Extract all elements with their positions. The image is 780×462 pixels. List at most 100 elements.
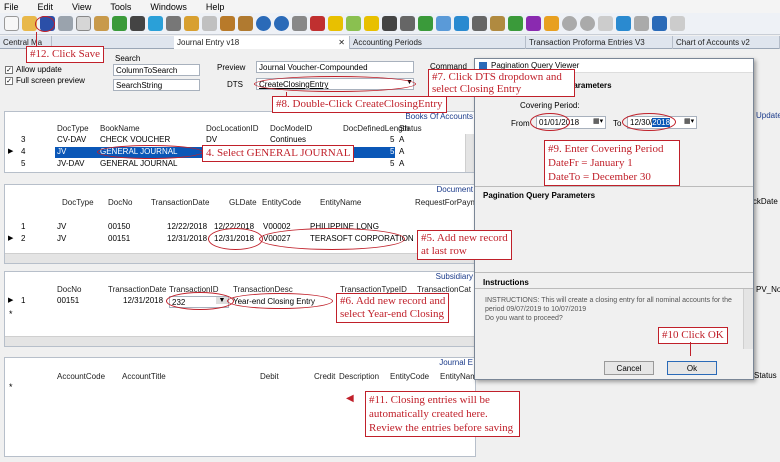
- search-string-input[interactable]: SearchString: [113, 79, 200, 91]
- check-icon[interactable]: [508, 16, 523, 31]
- col-debit: Debit: [260, 372, 279, 381]
- grid-icon[interactable]: [202, 16, 217, 31]
- last-row-highlight: [259, 228, 405, 250]
- connector: [36, 32, 37, 46]
- cell-docno: 00151: [108, 234, 131, 243]
- col-doctype: DocType: [62, 198, 94, 207]
- instructions-scrollbar[interactable]: [743, 289, 753, 349]
- filter-alt-icon[interactable]: [634, 16, 649, 31]
- col-transactiondate: TransactionDate: [108, 285, 167, 294]
- cell-bookname: GENERAL JOURNAL: [100, 159, 178, 168]
- print-icon[interactable]: [58, 16, 73, 31]
- col-entityname: EntityName: [320, 198, 362, 207]
- new-icon[interactable]: [4, 16, 19, 31]
- chart-icon[interactable]: [598, 16, 613, 31]
- subsidiary-title: Subsidiary: [435, 272, 473, 281]
- column-to-search-input[interactable]: ColumnToSearch: [113, 64, 200, 76]
- up-arrow-icon[interactable]: [112, 16, 127, 31]
- lock-icon[interactable]: [490, 16, 505, 31]
- export-icon[interactable]: [418, 16, 433, 31]
- menu-help[interactable]: Help: [206, 2, 225, 12]
- books-grid: Books Of Accounts DocType BookName DocLo…: [4, 111, 476, 173]
- note-line: #5. Add new record: [421, 232, 508, 244]
- menu-edit[interactable]: Edit: [38, 2, 54, 12]
- documents-header: DocType DocNo TransactionDate GLDate Ent…: [5, 198, 478, 208]
- allow-update-checkbox[interactable]: ✓: [5, 65, 13, 74]
- col-description: Description: [339, 372, 380, 381]
- menu-file[interactable]: File: [4, 2, 19, 12]
- col-transactiondate: TransactionDate: [151, 198, 210, 207]
- calendar-icon[interactable]: ▦▾: [593, 117, 603, 125]
- close-tab-icon[interactable]: ✕: [338, 36, 345, 49]
- cell-status: A: [399, 135, 405, 144]
- help-icon[interactable]: [256, 16, 271, 31]
- window-icon[interactable]: [436, 16, 451, 31]
- document-title: Document: [436, 185, 473, 194]
- menu-tools[interactable]: Tools: [110, 2, 131, 12]
- col-bookname: BookName: [100, 124, 140, 133]
- cm-icon[interactable]: [310, 16, 325, 31]
- journal-header: AccountCode AccountTitle Debit Credit De…: [5, 372, 477, 382]
- filter-icon[interactable]: [616, 16, 631, 31]
- grid-alt-icon[interactable]: [220, 16, 235, 31]
- info-icon[interactable]: [274, 16, 289, 31]
- refresh-icon[interactable]: [148, 16, 163, 31]
- calc-icon[interactable]: [130, 16, 145, 31]
- settings-icon[interactable]: [292, 16, 307, 31]
- search-icon[interactable]: [184, 16, 199, 31]
- zoom-icon[interactable]: [562, 16, 577, 31]
- paste-icon[interactable]: [94, 16, 109, 31]
- row-pointer-icon: ▶: [8, 235, 14, 242]
- cell-docno: 00150: [108, 222, 131, 231]
- calendar-icon[interactable]: ▦▾: [684, 117, 694, 125]
- subsidiary-scrollbar[interactable]: [5, 336, 475, 346]
- divider: [475, 186, 753, 187]
- cell-docno: 00151: [57, 296, 80, 305]
- col-doclocationid: DocLocationID: [206, 124, 259, 133]
- dts-highlight: [254, 76, 416, 92]
- connector: [690, 342, 691, 356]
- pin-icon[interactable]: [382, 16, 397, 31]
- folder-icon[interactable]: [454, 16, 469, 31]
- col-gldate: GLDate: [229, 198, 257, 207]
- g-icon[interactable]: [364, 16, 379, 31]
- star-icon[interactable]: [328, 16, 343, 31]
- documents-scrollbar[interactable]: [5, 253, 475, 263]
- toolbar: [0, 13, 780, 35]
- col-entitycode: EntityCode: [262, 198, 302, 207]
- cell-doctype: JV: [57, 147, 67, 156]
- preview-dropdown[interactable]: Journal Voucher-Compounded: [256, 61, 414, 73]
- tab-accounting-periods[interactable]: Accounting Periods: [350, 36, 526, 49]
- tab-proforma-entries[interactable]: Transaction Proforma Entries V3: [526, 36, 673, 49]
- row-number: 3: [21, 135, 26, 144]
- tab-journal-entry[interactable]: Journal Entry v18 ✕: [174, 36, 350, 49]
- col-docmodeid: DocModeID: [270, 124, 313, 133]
- journal-title: Journal E: [439, 358, 473, 367]
- camera-icon[interactable]: [472, 16, 487, 31]
- ok-button[interactable]: Ok: [667, 361, 717, 375]
- cancel-button[interactable]: Cancel: [604, 361, 654, 375]
- note-click-save: #12. Click Save: [26, 46, 104, 63]
- zoom-in-icon[interactable]: [580, 16, 595, 31]
- pen-icon[interactable]: [400, 16, 415, 31]
- menu-windows[interactable]: Windows: [150, 2, 187, 12]
- copy-icon[interactable]: [76, 16, 91, 31]
- from-label: From: [511, 119, 530, 128]
- note-year-end: #6. Add new record and select Year-end Cl…: [336, 293, 450, 323]
- menu-view[interactable]: View: [72, 2, 91, 12]
- redo-icon[interactable]: [166, 16, 181, 31]
- col-requestforpayment: RequestForPaym: [415, 198, 478, 207]
- funnel-icon[interactable]: [652, 16, 667, 31]
- pencil-icon[interactable]: [526, 16, 541, 31]
- collapse-icon[interactable]: [670, 16, 685, 31]
- tab-chart-of-accounts[interactable]: Chart of Accounts v2: [673, 36, 780, 49]
- cell-doctype: JV: [57, 234, 67, 243]
- col-docno: DocNo: [57, 285, 82, 294]
- preview-label: Preview: [217, 63, 246, 72]
- full-screen-checkbox[interactable]: ✓: [5, 76, 13, 85]
- key-icon[interactable]: [544, 16, 559, 31]
- table-icon[interactable]: [238, 16, 253, 31]
- pv-no-column: PV_No: [756, 285, 780, 294]
- cell-transactiondate: 12/22/2018: [167, 222, 208, 231]
- leaf-icon[interactable]: [346, 16, 361, 31]
